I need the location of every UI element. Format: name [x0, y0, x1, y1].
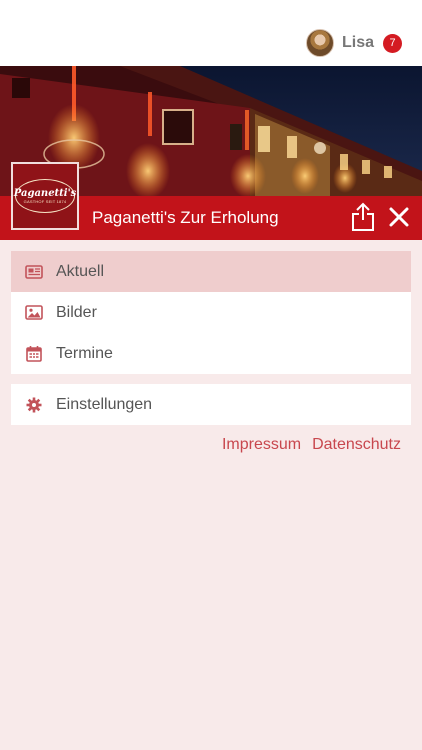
notification-badge[interactable]: 7: [383, 33, 402, 53]
menu-item-label: Einstellungen: [56, 395, 153, 413]
menu-item-termine[interactable]: Termine: [11, 333, 411, 374]
venue-logo-badge: Paganetti's GASTHOF SEIT 1874: [13, 179, 77, 213]
settings-menu: Einstellungen: [11, 384, 411, 425]
venue-logo-text: Paganetti's: [13, 188, 77, 199]
venue-title: Paganetti's Zur Erholung: [92, 208, 279, 227]
user-profile[interactable]: Lisa 7: [305, 28, 402, 58]
share-button[interactable]: [350, 202, 376, 232]
calendar-icon: [25, 345, 43, 363]
username[interactable]: Lisa: [342, 34, 374, 52]
share-icon[interactable]: [350, 202, 376, 232]
newspaper-icon: [25, 263, 43, 281]
navigation-menu: Aktuell Bilder Termine: [11, 251, 411, 374]
impressum-link[interactable]: Impressum: [222, 436, 301, 454]
footer-links: Impressum Datenschutz: [211, 436, 401, 454]
close-icon[interactable]: [386, 204, 412, 230]
venue-logo: Paganetti's GASTHOF SEIT 1874: [11, 162, 79, 230]
menu-item-einstellungen[interactable]: Einstellungen: [11, 384, 411, 425]
menu-item-label: Termine: [56, 344, 113, 362]
top-bar: Lisa 7: [0, 0, 422, 66]
menu-item-label: Bilder: [56, 303, 97, 321]
menu-item-aktuell[interactable]: Aktuell: [11, 251, 411, 292]
image-icon: [25, 304, 43, 322]
gear-icon: [25, 396, 43, 414]
venue-logo-subtext: GASTHOF SEIT 1874: [23, 199, 67, 204]
menu-item-label: Aktuell: [56, 262, 105, 280]
close-button[interactable]: [386, 204, 412, 230]
datenschutz-link[interactable]: Datenschutz: [312, 436, 401, 454]
avatar[interactable]: [305, 29, 334, 57]
menu-item-bilder[interactable]: Bilder: [11, 292, 411, 333]
